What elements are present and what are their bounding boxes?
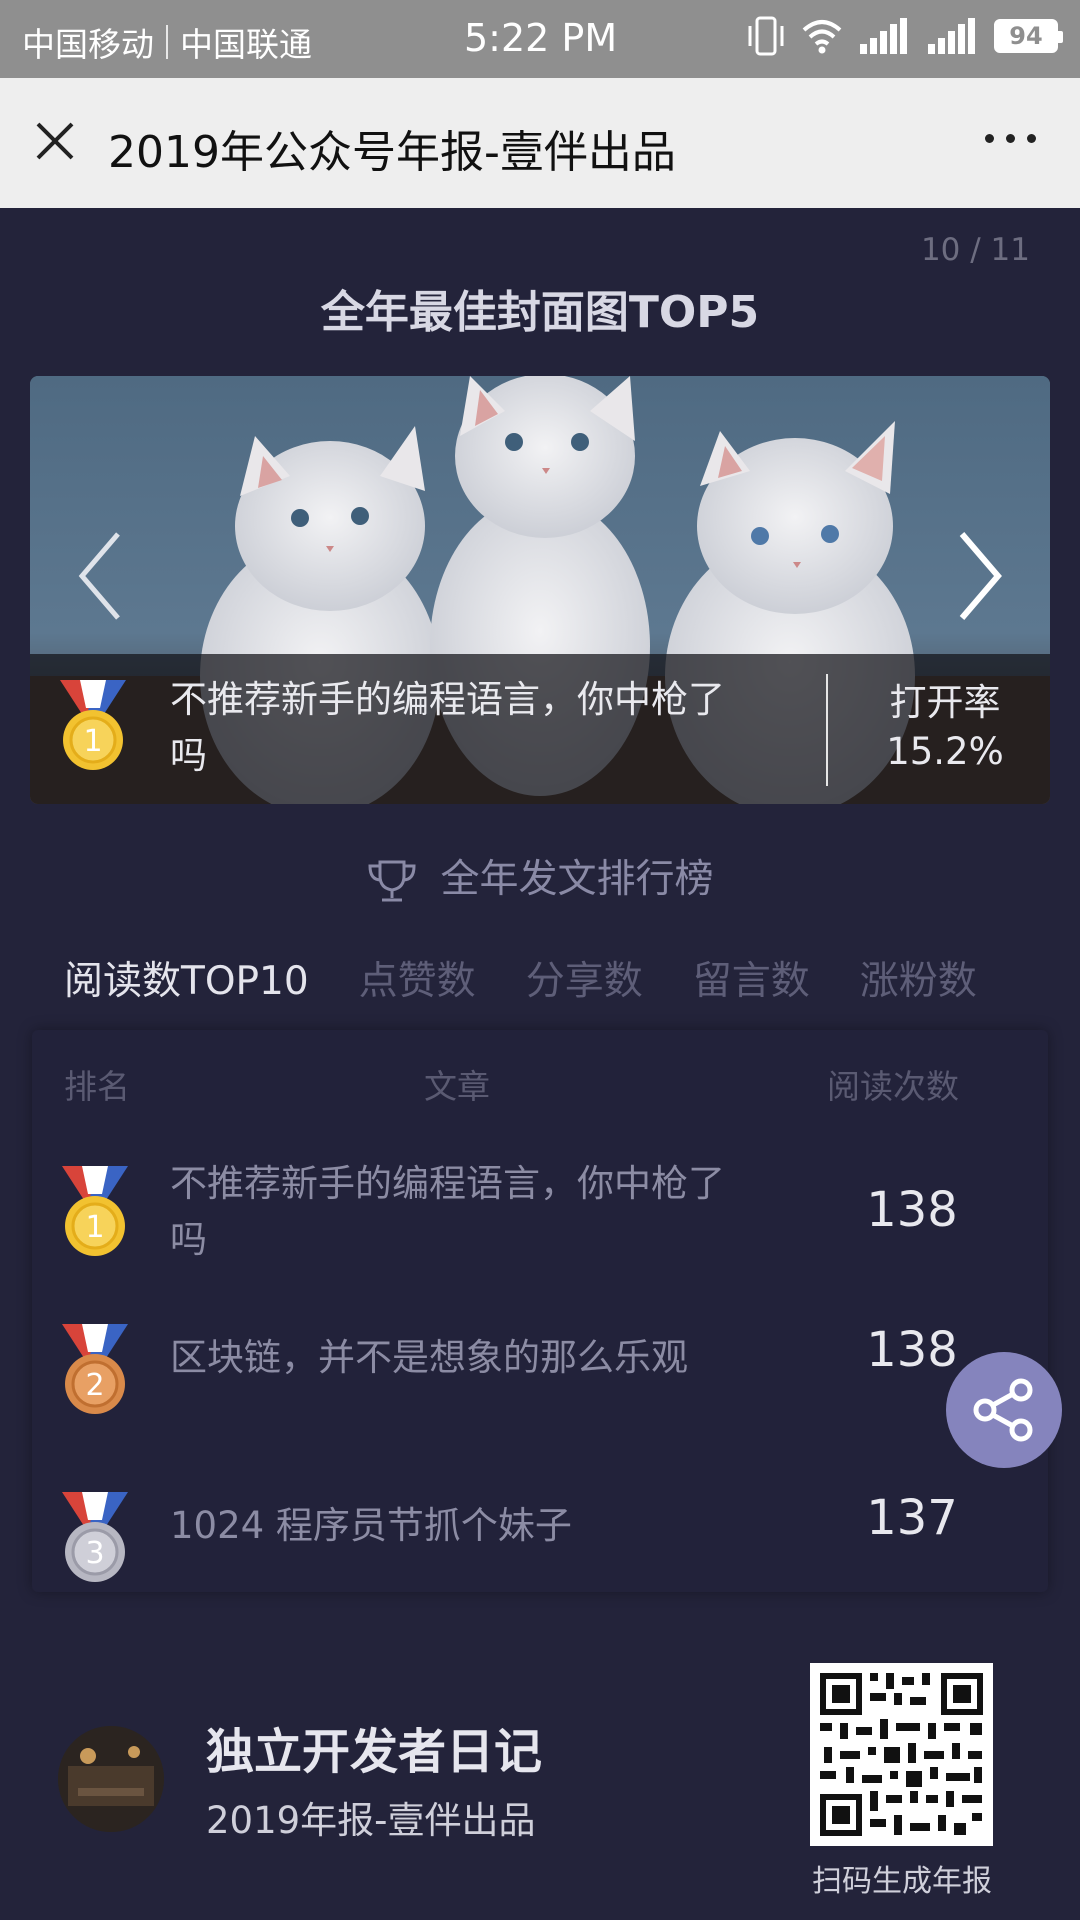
svg-text:1: 1 xyxy=(85,1210,104,1245)
header-rank: 排名 xyxy=(64,1067,130,1106)
page-title: 2019年公众号年报-壹伴出品 xyxy=(108,127,676,178)
svg-text:3: 3 xyxy=(85,1536,104,1571)
cover-divider xyxy=(826,674,828,786)
battery-icon: 94 xyxy=(994,19,1063,53)
gold-medal-icon: 1 xyxy=(62,1166,128,1256)
cover-carousel[interactable]: 1 不推荐新手的编程语言，你中枪了吗 打开率 15.2% xyxy=(30,376,1050,804)
signal-icon-2 xyxy=(928,18,975,54)
ranking-title: 全年发文排行榜 xyxy=(0,848,1080,906)
header-article: 文章 xyxy=(424,1067,490,1106)
title-bar: 2019年公众号年报-壹伴出品 xyxy=(0,78,1080,208)
account-name: 独立开发者日记 xyxy=(206,1724,543,1780)
page-indicator: 10 / 11 xyxy=(920,232,1030,268)
svg-text:1: 1 xyxy=(83,724,102,759)
gold-medal-icon: 1 xyxy=(60,680,126,770)
cover-section-title: 全年最佳封面图TOP5 xyxy=(320,287,760,338)
carrier-1: 中国移动 xyxy=(22,25,154,64)
row-article-title[interactable]: 不推荐新手的编程语言，你中枪了吗 xyxy=(170,1156,750,1268)
row-article-title[interactable]: 区块链，并不是想象的那么乐观 xyxy=(170,1330,750,1386)
qr-code-icon xyxy=(810,1663,993,1846)
status-icons: 94 xyxy=(746,14,1063,58)
share-button[interactable] xyxy=(946,1352,1062,1468)
svg-text:2: 2 xyxy=(85,1368,104,1403)
cover-article-title: 不推荐新手的编程语言，你中枪了吗 xyxy=(170,678,725,777)
status-time: 5:22 PM xyxy=(464,16,618,60)
avatar xyxy=(58,1726,164,1832)
signal-icon xyxy=(860,18,907,54)
carousel-next-icon[interactable] xyxy=(956,528,1004,624)
qr-caption: 扫码生成年报 xyxy=(812,1864,992,1899)
more-menu-icon[interactable] xyxy=(985,134,1036,143)
row-article-title[interactable]: 1024 程序员节抓个妹子 xyxy=(170,1498,750,1554)
carrier-divider xyxy=(166,25,168,59)
tab-followers[interactable]: 涨粉数 xyxy=(860,950,977,1006)
status-bar: 中国移动 中国联通 5:22 PM 94 xyxy=(0,0,1080,78)
vibrate-icon xyxy=(748,16,784,56)
battery-level: 94 xyxy=(1009,22,1043,50)
tab-shares[interactable]: 分享数 xyxy=(526,950,643,1006)
row-read-count: 138 xyxy=(866,1182,958,1238)
carrier-2: 中国联通 xyxy=(180,25,312,64)
bronze-medal-icon: 2 xyxy=(62,1324,128,1414)
carousel-prev-icon[interactable] xyxy=(76,528,124,624)
ranking-table[interactable]: 排名 文章 阅读次数 1 不推荐新手的编程语言，你中枪了吗 138 2 区块链，… xyxy=(32,1030,1048,1592)
ranking-tabs: 阅读数TOP10 点赞数 分享数 留言数 涨粉数 xyxy=(64,950,977,1006)
close-icon[interactable] xyxy=(30,116,80,166)
cover-info-bar: 1 不推荐新手的编程语言，你中枪了吗 打开率 15.2% xyxy=(30,654,1050,804)
tab-comments[interactable]: 留言数 xyxy=(693,950,810,1006)
account-subtitle: 2019年报-壹伴出品 xyxy=(206,1799,536,1842)
open-rate-value: 15.2% xyxy=(886,730,1004,773)
wifi-icon xyxy=(802,20,842,54)
silver-medal-icon: 3 xyxy=(62,1492,128,1582)
table-row[interactable]: 3 1024 程序员节抓个妹子 137 xyxy=(32,1490,1048,1592)
row-read-count: 137 xyxy=(866,1490,958,1546)
open-rate-label: 打开率 xyxy=(889,681,1001,724)
table-row[interactable]: 1 不推荐新手的编程语言，你中枪了吗 138 xyxy=(32,1156,1048,1276)
header-read-count: 阅读次数 xyxy=(827,1067,959,1106)
table-row[interactable]: 2 区块链，并不是想象的那么乐观 138 xyxy=(32,1322,1048,1430)
trophy-icon xyxy=(368,860,416,901)
tab-read-top10[interactable]: 阅读数TOP10 xyxy=(64,950,309,1006)
share-icon xyxy=(973,1378,1033,1442)
tab-likes[interactable]: 点赞数 xyxy=(359,950,476,1006)
carrier-group: 中国移动 中国联通 xyxy=(22,18,312,66)
ranking-title-text: 全年发文排行榜 xyxy=(440,857,714,902)
